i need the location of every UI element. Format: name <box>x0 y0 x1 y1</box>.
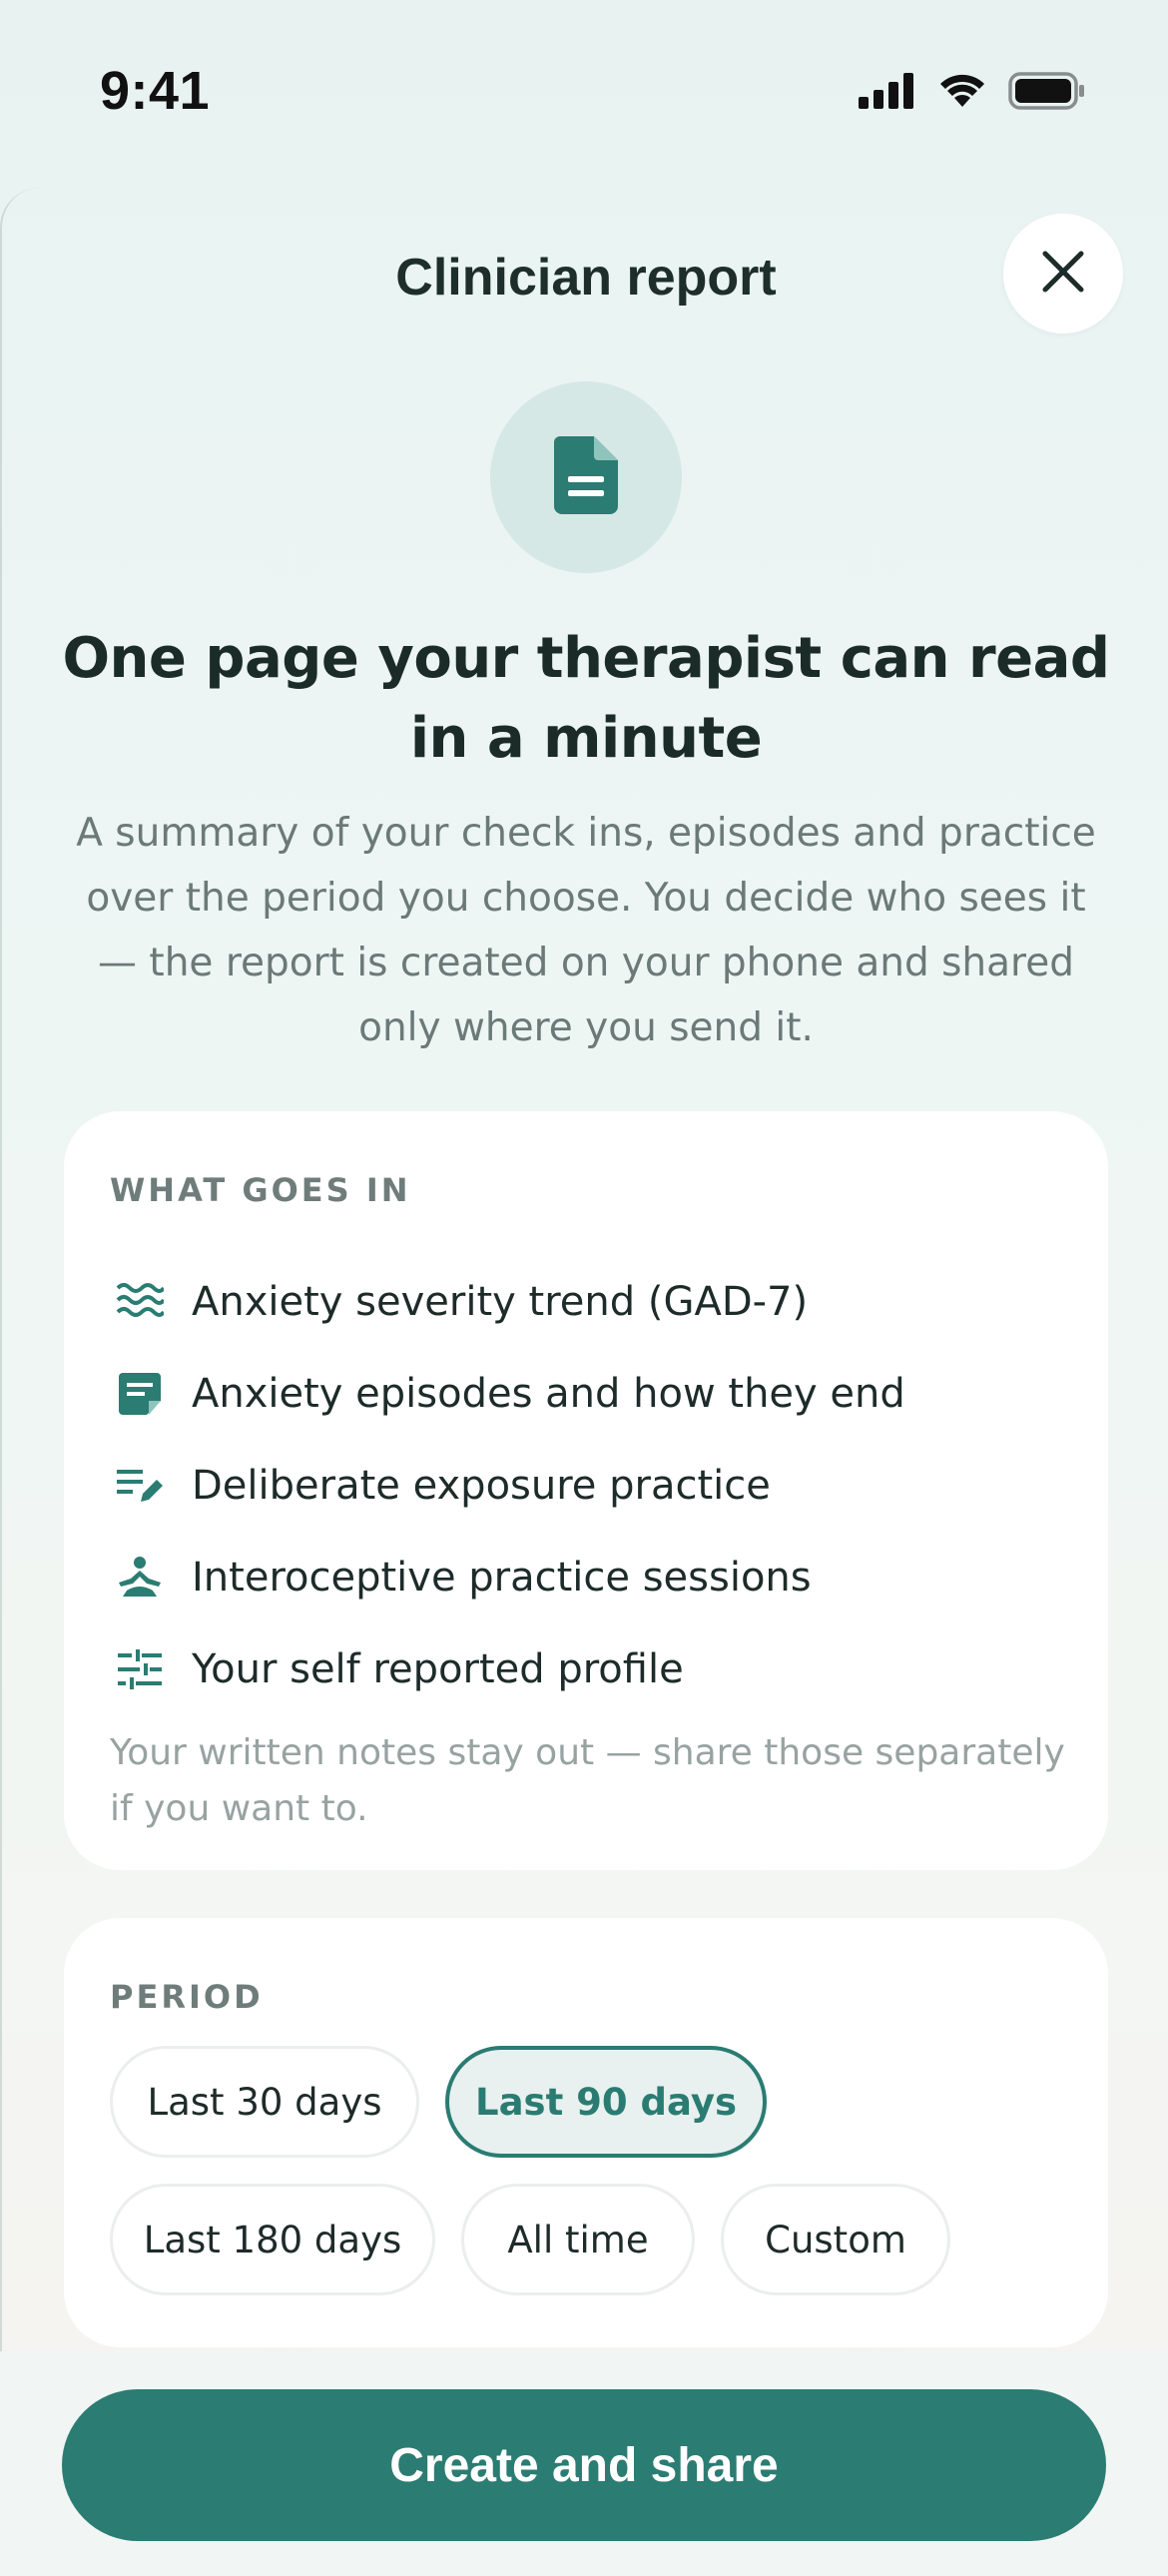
list-item-label: Your self reported profile <box>192 1646 684 1692</box>
document-icon <box>554 436 618 518</box>
list-item: Interoceptive practice sessions <box>110 1532 905 1623</box>
battery-icon <box>1008 72 1086 114</box>
list-item: Anxiety episodes and how they end <box>110 1348 905 1440</box>
close-icon <box>1041 250 1085 298</box>
list-item: Deliberate exposure practice <box>110 1440 905 1532</box>
wifi-icon <box>938 73 986 113</box>
close-button[interactable] <box>1003 214 1123 333</box>
create-and-share-button[interactable]: Create and share <box>62 2389 1106 2541</box>
page-title: Clinician report <box>395 249 777 307</box>
what-goes-in-card: WHAT GOES IN Anxiety severity trend (GAD… <box>64 1111 1108 1870</box>
intro-description: A summary of your check ins, episodes an… <box>76 811 1096 1050</box>
status-icons <box>859 72 1086 114</box>
section-label: WHAT GOES IN <box>110 1171 411 1209</box>
list-item-label: Anxiety episodes and how they end <box>192 1371 905 1417</box>
signal-icon <box>859 73 916 113</box>
period-option-30[interactable]: Last 30 days <box>110 2046 419 2158</box>
list-item-label: Anxiety severity trend (GAD-7) <box>192 1279 809 1325</box>
screen: 9:41 Clinician report One page your ther… <box>0 0 1168 2576</box>
headline: One page your therapist can read in a mi… <box>62 626 1110 771</box>
period-option-custom[interactable]: Custom <box>721 2184 950 2295</box>
period-option-all-time[interactable]: All time <box>461 2184 695 2295</box>
meditation-icon <box>110 1548 170 1608</box>
list-item: Your self reported profile <box>110 1623 905 1715</box>
list-item-label: Deliberate exposure practice <box>192 1463 771 1509</box>
status-time: 9:41 <box>100 61 211 121</box>
hero-icon-circle <box>490 381 682 573</box>
period-option-180[interactable]: Last 180 days <box>110 2184 435 2295</box>
status-bar: 9:41 <box>0 0 1168 190</box>
section-label: PERIOD <box>110 1978 264 2016</box>
bottom-action-bar: Create and share <box>0 2351 1168 2576</box>
privacy-note: Your written notes stay out — share thos… <box>110 1732 1065 1829</box>
report-sheet: Clinician report One page your therapist… <box>0 188 1168 2576</box>
period-option-90[interactable]: Last 90 days <box>445 2046 767 2158</box>
period-card: PERIOD Last 30 days Last 90 days Last 18… <box>64 1918 1108 2347</box>
list-item-label: Interoceptive practice sessions <box>192 1555 812 1601</box>
sliders-icon <box>110 1639 170 1699</box>
edit-list-icon <box>110 1456 170 1516</box>
included-items-list: Anxiety severity trend (GAD-7) Anxiety e… <box>110 1256 905 1715</box>
waves-icon <box>110 1272 170 1332</box>
note-icon <box>110 1364 170 1424</box>
list-item: Anxiety severity trend (GAD-7) <box>110 1256 905 1348</box>
